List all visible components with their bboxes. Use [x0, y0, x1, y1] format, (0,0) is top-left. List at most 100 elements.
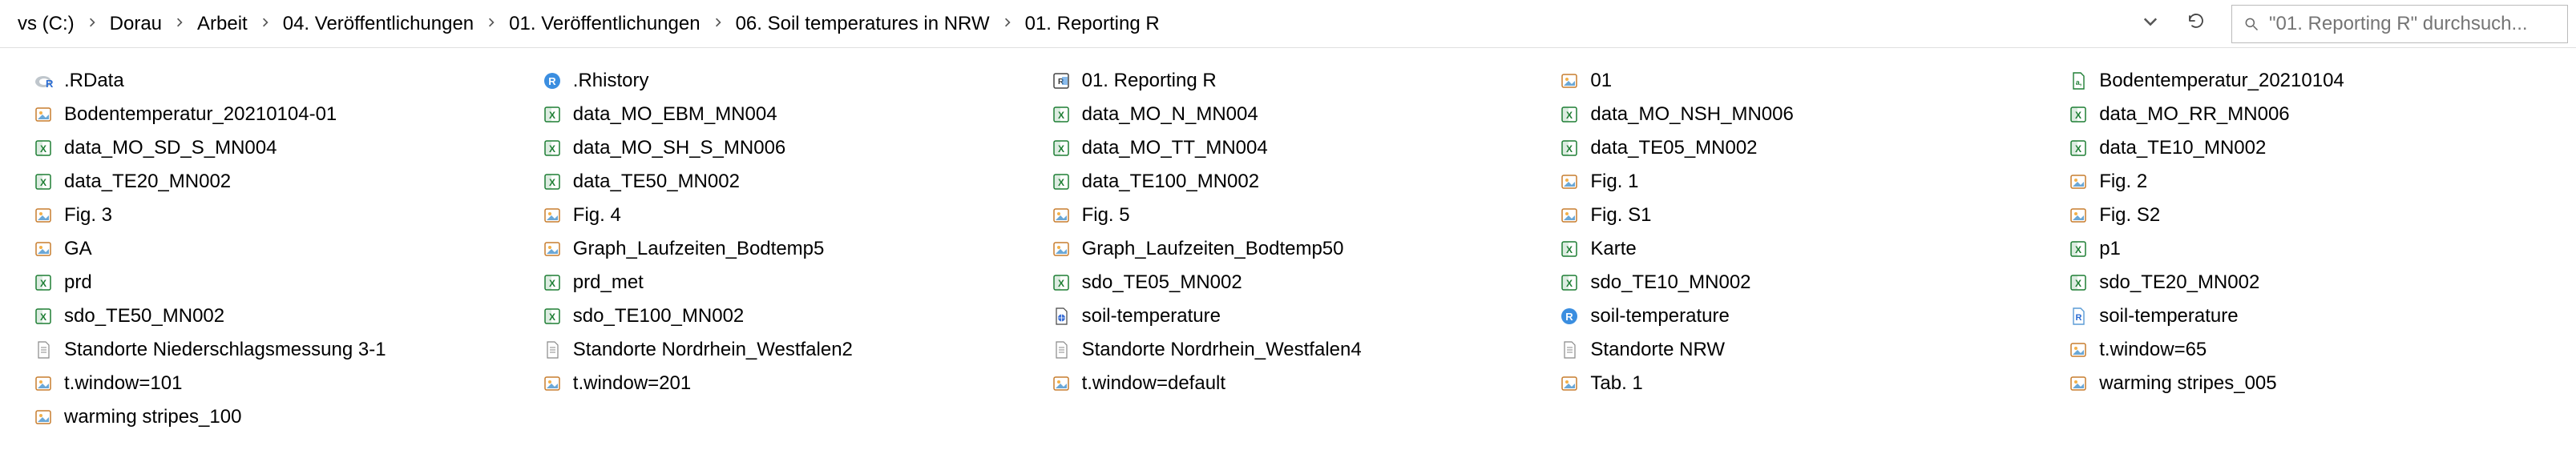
- breadcrumb-segment[interactable]: Dorau: [108, 10, 164, 38]
- file-item[interactable]: Xdata_MO_NSH_MN006: [1558, 98, 2035, 131]
- xlsx-file-icon: X: [1050, 271, 1072, 294]
- file-item[interactable]: Xprd_met: [541, 266, 1018, 299]
- svg-text:R: R: [1566, 311, 1574, 323]
- search-box[interactable]: [2231, 5, 2568, 43]
- file-item[interactable]: Xdata_MO_RR_MN006: [2067, 98, 2544, 131]
- xlsx-file-icon: X: [1050, 171, 1072, 193]
- file-item[interactable]: Standorte NRW: [1558, 333, 2035, 367]
- file-item[interactable]: 01: [1558, 64, 2035, 98]
- svg-text:R: R: [46, 78, 53, 90]
- txt-file-icon: [1558, 339, 1581, 361]
- xlsx-file-icon: X: [1558, 137, 1581, 159]
- file-item[interactable]: Xsdo_TE100_MN002: [541, 299, 1018, 333]
- file-item[interactable]: t.window=default: [1050, 367, 1527, 400]
- file-label: .Rhistory: [573, 70, 649, 92]
- file-item[interactable]: t.window=65: [2067, 333, 2544, 367]
- file-item[interactable]: Xprd: [32, 266, 509, 299]
- svg-text:X: X: [1058, 110, 1064, 121]
- svg-text:X: X: [549, 143, 555, 155]
- file-item[interactable]: Xsdo_TE10_MN002: [1558, 266, 2035, 299]
- file-item[interactable]: Xdata_TE50_MN002: [541, 165, 1018, 199]
- breadcrumb-segment[interactable]: Arbeit: [196, 10, 249, 38]
- file-item[interactable]: Tab. 1: [1558, 367, 2035, 400]
- file-item[interactable]: R01. Reporting R: [1050, 64, 1527, 98]
- file-item[interactable]: Xdata_TE10_MN002: [2067, 131, 2544, 165]
- file-item[interactable]: Xsdo_TE05_MN002: [1050, 266, 1527, 299]
- chevron-right-icon[interactable]: [164, 17, 196, 31]
- file-item[interactable]: Standorte Nordrhein_Westfalen2: [541, 333, 1018, 367]
- file-item[interactable]: soil-temperature: [1050, 299, 1527, 333]
- chevron-right-icon[interactable]: [249, 17, 281, 31]
- file-item[interactable]: Fig. 2: [2067, 165, 2544, 199]
- file-item[interactable]: Standorte Nordrhein_Westfalen4: [1050, 333, 1527, 367]
- refresh-icon[interactable]: [2172, 11, 2220, 36]
- file-item[interactable]: Rsoil-temperature: [2067, 299, 2544, 333]
- file-item[interactable]: Fig. 4: [541, 199, 1018, 232]
- xlsx-file-icon: X: [541, 171, 563, 193]
- breadcrumb-segment[interactable]: 01. Reporting R: [1024, 10, 1161, 38]
- file-label: soil-temperature: [2099, 305, 2238, 327]
- file-item[interactable]: Bodentemperatur_20210104-01: [32, 98, 509, 131]
- file-item[interactable]: warming stripes_005: [2067, 367, 2544, 400]
- file-item[interactable]: Fig. 5: [1050, 199, 1527, 232]
- file-item[interactable]: Xdata_MO_N_MN004: [1050, 98, 1527, 131]
- file-item[interactable]: Xdata_MO_SH_S_MN006: [541, 131, 1018, 165]
- svg-text:X: X: [2075, 244, 2081, 255]
- file-item[interactable]: Graph_Laufzeiten_Bodtemp5: [541, 232, 1018, 266]
- file-item[interactable]: Fig. S2: [2067, 199, 2544, 232]
- file-item[interactable]: warming stripes_100: [32, 400, 509, 434]
- file-item[interactable]: Graph_Laufzeiten_Bodtemp50: [1050, 232, 1527, 266]
- breadcrumb-segment[interactable]: 04. Veröffentlichungen: [281, 10, 475, 38]
- file-label: t.window=65: [2099, 339, 2207, 361]
- file-item[interactable]: Xdata_MO_SD_S_MN004: [32, 131, 509, 165]
- file-label: Fig. 1: [1590, 171, 1638, 193]
- file-item[interactable]: Fig. S1: [1558, 199, 2035, 232]
- file-item[interactable]: Xp1: [2067, 232, 2544, 266]
- txt-file-icon: [541, 339, 563, 361]
- file-item[interactable]: Xdata_TE100_MN002: [1050, 165, 1527, 199]
- png-file-icon: [1050, 204, 1072, 227]
- png-file-icon: [1558, 70, 1581, 92]
- search-input[interactable]: [2269, 13, 2556, 35]
- file-item[interactable]: R.RData: [32, 64, 509, 98]
- file-item[interactable]: Rsoil-temperature: [1558, 299, 2035, 333]
- chevron-right-icon[interactable]: [475, 17, 507, 31]
- xlsx-file-icon: X: [541, 305, 563, 327]
- file-item[interactable]: t.window=201: [541, 367, 1018, 400]
- file-item[interactable]: R.Rhistory: [541, 64, 1018, 98]
- file-item[interactable]: Xdata_MO_TT_MN004: [1050, 131, 1527, 165]
- file-label: data_MO_SH_S_MN006: [573, 137, 785, 159]
- svg-text:X: X: [1566, 244, 1573, 255]
- file-item[interactable]: Fig. 3: [32, 199, 509, 232]
- file-column: R.RhistoryXdata_MO_EBM_MN004Xdata_MO_SH_…: [541, 64, 1018, 434]
- file-item[interactable]: Standorte Niederschlagsmessung 3-1: [32, 333, 509, 367]
- svg-text:X: X: [549, 311, 555, 323]
- file-label: data_TE50_MN002: [573, 171, 740, 193]
- file-item[interactable]: Fig. 1: [1558, 165, 2035, 199]
- file-column: R01. Reporting RXdata_MO_N_MN004Xdata_MO…: [1050, 64, 1527, 434]
- xlsx-file-icon: X: [32, 271, 55, 294]
- breadcrumb-segment[interactable]: vs (C:): [16, 10, 76, 38]
- file-item[interactable]: t.window=101: [32, 367, 509, 400]
- file-item[interactable]: X Karte: [1558, 232, 2035, 266]
- file-item[interactable]: a,Bodentemperatur_20210104: [2067, 64, 2544, 98]
- file-item[interactable]: Xdata_MO_EBM_MN004: [541, 98, 1018, 131]
- txt-file-icon: [1050, 339, 1072, 361]
- xlsx-file-icon: X: [1050, 103, 1072, 126]
- file-item[interactable]: Xdata_TE20_MN002: [32, 165, 509, 199]
- file-item[interactable]: Xsdo_TE20_MN002: [2067, 266, 2544, 299]
- file-column: R.RDataBodentemperatur_20210104-01Xdata_…: [32, 64, 509, 434]
- xlsx-file-icon: X: [32, 305, 55, 327]
- file-item[interactable]: Xsdo_TE50_MN002: [32, 299, 509, 333]
- history-dropdown-icon[interactable]: [2129, 14, 2172, 33]
- breadcrumb-segment[interactable]: 06. Soil temperatures in NRW: [734, 10, 991, 38]
- file-item[interactable]: Xdata_TE05_MN002: [1558, 131, 2035, 165]
- breadcrumb-segment[interactable]: 01. Veröffentlichungen: [507, 10, 701, 38]
- file-label: Karte: [1590, 238, 1636, 260]
- breadcrumb[interactable]: vs (C:) Dorau Arbeit 04. Veröffentlichungen…: [8, 10, 2129, 38]
- chevron-right-icon[interactable]: [76, 17, 108, 31]
- chevron-right-icon[interactable]: [702, 17, 734, 31]
- file-label: t.window=201: [573, 372, 691, 395]
- file-item[interactable]: GA: [32, 232, 509, 266]
- chevron-right-icon[interactable]: [991, 17, 1024, 31]
